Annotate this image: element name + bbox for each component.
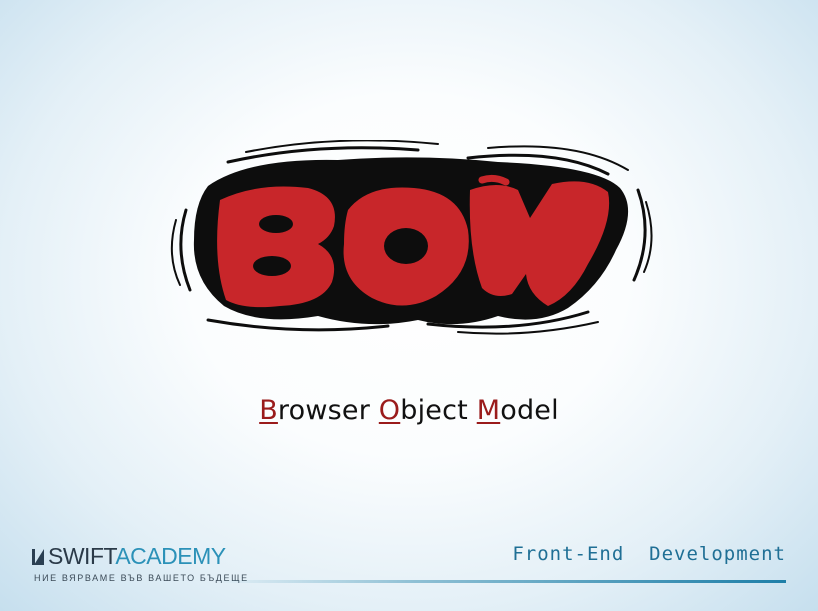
bom-logo xyxy=(168,140,654,336)
course-divider xyxy=(214,580,786,583)
title-initial-m: M xyxy=(476,395,501,426)
brand-name-academy: ACADEMY xyxy=(115,543,226,569)
title-word-model: odel xyxy=(500,395,559,426)
title-initial-b: B xyxy=(259,395,278,426)
logo-letter-b xyxy=(217,186,335,308)
title-initial-o: O xyxy=(378,395,401,426)
swift-academy-logo: SWIFTACADEMY НИЕ ВЯРВАМЕ ВЪВ ВАШЕТО БЪДЕ… xyxy=(32,543,247,589)
slide: Browser Object Model SWIFTACADEMY НИЕ ВЯ… xyxy=(0,0,818,611)
logo-o-hole xyxy=(384,228,428,264)
title-word-browser: rowser xyxy=(277,395,379,426)
page-title: Browser Object Model xyxy=(0,395,818,426)
swift-academy-mark-icon xyxy=(32,549,44,565)
course-label: Front-End Development xyxy=(512,543,786,565)
title-word-object: bject xyxy=(400,395,477,426)
brand-name-swift: SWIFT xyxy=(48,543,116,569)
logo-b-hole-bottom xyxy=(253,256,291,276)
brand-name: SWIFTACADEMY xyxy=(48,543,226,570)
logo-b-hole-top xyxy=(259,215,293,233)
bom-logo-graphic xyxy=(170,140,653,335)
